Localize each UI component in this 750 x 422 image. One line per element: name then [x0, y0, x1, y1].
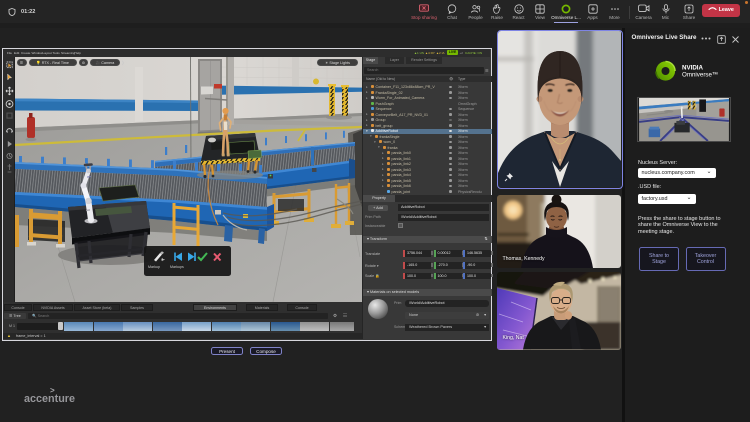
- svg-text:NVIDIA: NVIDIA: [682, 65, 704, 72]
- svg-text:Omniverse™: Omniverse™: [682, 72, 718, 79]
